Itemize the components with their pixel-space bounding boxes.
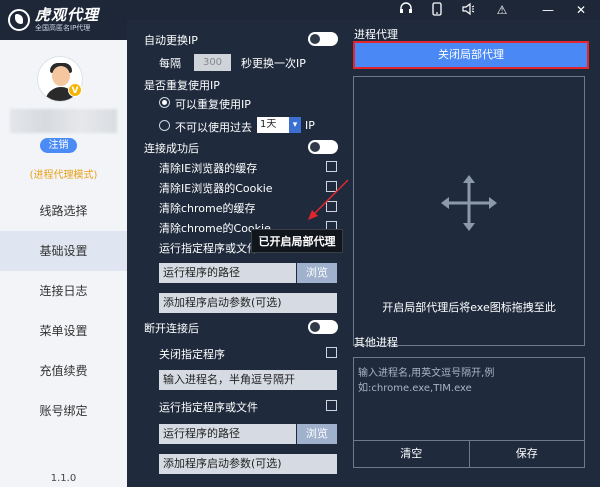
logout-button[interactable]: 注销 — [40, 138, 77, 153]
main-panel: 自动更换IP 每隔 300 秒更换一次IP 是否重复使用IP 可以重复使用IP … — [127, 20, 600, 487]
clear-chrome-cache-label: 清除chrome的缓存 — [159, 202, 256, 215]
exe-drop-area[interactable]: 开启局部代理后将exe图标拖拽至此 — [353, 76, 585, 346]
run-program-label-1: 运行指定程序或文件 — [159, 242, 258, 255]
other-process-buttons: 清空 保存 — [353, 441, 585, 468]
move-arrows-icon — [441, 175, 497, 231]
title-bar: ⚠ — ✕ — [127, 0, 600, 20]
close-icon[interactable]: ✕ — [573, 2, 589, 18]
sidebar-item-line-select[interactable]: 线路选择 — [0, 191, 127, 231]
app-logo: 虎观代理 全国高匿名IP代理 — [0, 0, 127, 40]
reuse-days-select[interactable]: 1天 — [257, 117, 301, 133]
headset-icon[interactable] — [398, 2, 414, 18]
reuse-yes-radio[interactable] — [159, 97, 170, 108]
clear-button[interactable]: 清空 — [353, 441, 470, 468]
program-path-field-1[interactable]: 运行程序的路径 — [159, 263, 296, 283]
interval-input[interactable]: 300 — [194, 54, 231, 71]
tiger-logo-icon — [8, 9, 30, 31]
process-names-field[interactable]: 输入进程名，半角逗号隔开 — [159, 370, 337, 390]
reuse-ip-question: 是否重复使用IP — [144, 79, 220, 92]
sidebar: 虎观代理 全国高匿名IP代理 V 注销 (进程代理模式) 线路选择 基础设置 连… — [0, 0, 127, 487]
minimize-icon[interactable]: — — [540, 2, 556, 18]
after-connect-toggle[interactable] — [308, 140, 338, 154]
run-program-checkbox-2[interactable] — [326, 400, 337, 411]
after-disconnect-toggle[interactable] — [308, 320, 338, 334]
logo-title: 虎观代理 — [35, 6, 100, 24]
reuse-yes-label: 可以重复使用IP — [175, 98, 251, 111]
process-proxy-title: 进程代理 — [354, 28, 398, 41]
every-label: 每隔 — [159, 57, 181, 70]
proxy-mode-label: (进程代理模式) — [29, 170, 98, 181]
program-args-field-1[interactable]: 添加程序启动参数(可选) — [159, 293, 337, 313]
vip-badge-icon: V — [68, 83, 82, 97]
sidebar-item-connection-log[interactable]: 连接日志 — [0, 271, 127, 311]
auto-ip-label: 自动更换IP — [144, 34, 198, 47]
browse-button-1[interactable]: 浏览 — [297, 263, 337, 283]
run-program-label-2: 运行指定程序或文件 — [159, 401, 258, 414]
local-proxy-tooltip: 已开启局部代理 — [251, 229, 343, 253]
reuse-no-radio[interactable] — [159, 120, 170, 131]
phone-icon[interactable] — [429, 2, 445, 18]
clear-ie-cache-checkbox[interactable] — [326, 161, 337, 172]
other-process-title: 其他进程 — [354, 336, 398, 349]
sidebar-item-basic-settings[interactable]: 基础设置 — [0, 231, 127, 271]
after-disconnect-label: 断开连接后 — [144, 322, 199, 335]
reuse-no-label: 不可以使用过去 — [175, 121, 252, 134]
clear-ie-cache-label: 清除IE浏览器的缓存 — [159, 162, 258, 175]
speaker-icon[interactable] — [460, 2, 476, 18]
close-program-label: 关闭指定程序 — [159, 348, 225, 361]
clear-ie-cookie-label: 清除IE浏览器的Cookie — [159, 182, 273, 195]
after-connect-label: 连接成功后 — [144, 142, 199, 155]
program-path-field-2[interactable]: 运行程序的路径 — [159, 424, 296, 444]
drop-hint: 开启局部代理后将exe图标拖拽至此 — [382, 301, 556, 314]
version-label: 1.1.0 — [50, 473, 77, 484]
logo-subtitle: 全国高匿名IP代理 — [35, 24, 91, 32]
save-button[interactable]: 保存 — [469, 441, 585, 468]
close-program-checkbox[interactable] — [326, 347, 337, 358]
other-process-input[interactable]: 输入进程名,用英文逗号隔开,例如:chrome.exe,TIM.exe — [353, 357, 585, 441]
reuse-unit-label: IP — [305, 119, 315, 132]
username-redacted — [10, 109, 117, 133]
annotation-arrow-icon — [308, 179, 349, 220]
close-local-proxy-button[interactable]: 关闭局部代理 — [353, 41, 589, 69]
interval-suffix: 秒更换一次IP — [241, 57, 306, 70]
warning-icon[interactable]: ⚠ — [494, 2, 510, 18]
browse-button-2[interactable]: 浏览 — [297, 424, 337, 444]
sidebar-nav: 线路选择 基础设置 连接日志 菜单设置 充值续费 账号绑定 — [0, 191, 127, 431]
sidebar-item-menu-settings[interactable]: 菜单设置 — [0, 311, 127, 351]
auto-ip-toggle[interactable] — [308, 32, 338, 46]
sidebar-item-account-binding[interactable]: 账号绑定 — [0, 391, 127, 431]
sidebar-item-recharge[interactable]: 充值续费 — [0, 351, 127, 391]
program-args-field-2[interactable]: 添加程序启动参数(可选) — [159, 454, 337, 474]
